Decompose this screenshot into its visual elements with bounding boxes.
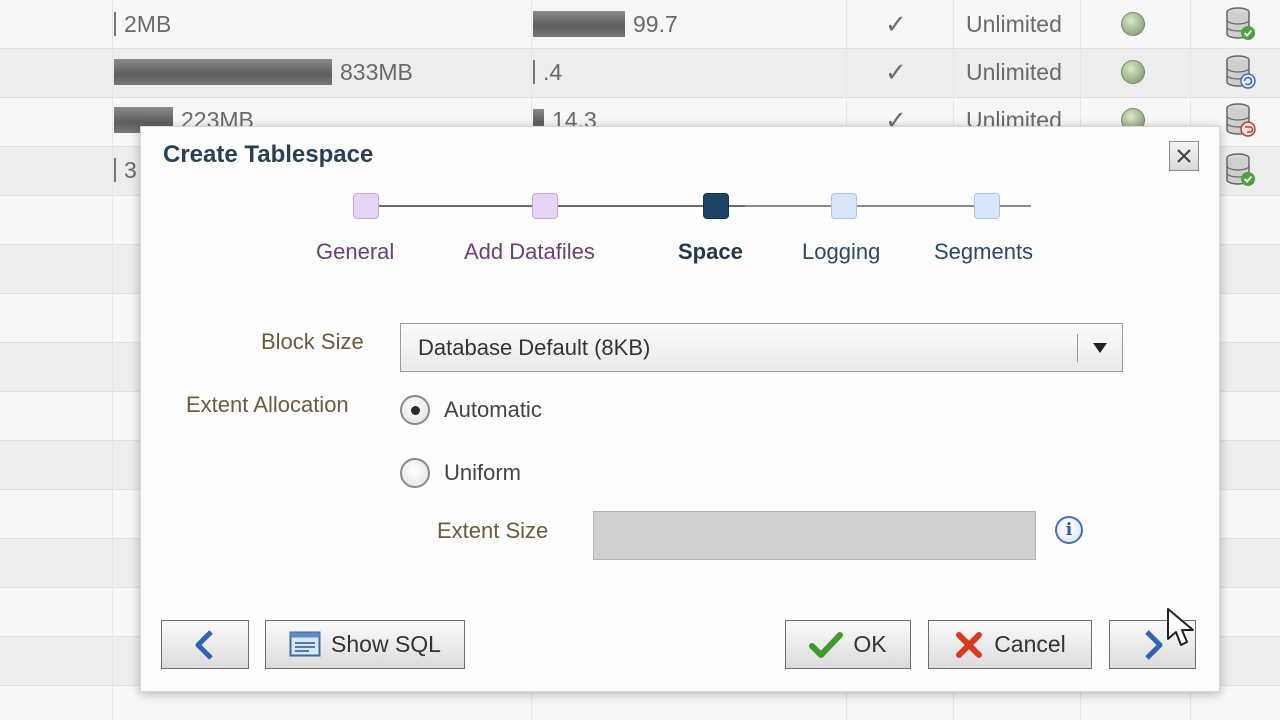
train-stop-general[interactable] [353,193,379,219]
auto-extend-cell: ✓ [885,48,907,96]
database-check-icon[interactable] [1224,6,1256,42]
close-icon [1177,149,1191,163]
table-row[interactable]: 2MB 99.7 ✓ Unlimited [0,0,1280,48]
max-size-cell: Unlimited [966,48,1062,96]
table-row[interactable]: 833MB .4 ✓ Unlimited [0,48,1280,96]
train-connector [379,205,745,207]
block-size-value: Database Default (8KB) [418,334,651,360]
cancel-button[interactable]: Cancel [928,620,1092,669]
used-bar [533,11,625,37]
used-cell: 99.7 [533,0,678,48]
close-button[interactable] [1169,141,1199,171]
dialog-title: Create Tablespace [163,141,374,168]
action-cell[interactable] [1224,48,1256,96]
info-icon[interactable]: i [1055,516,1083,544]
dropdown-arrow-icon[interactable] [1078,342,1122,353]
database-undo-icon[interactable] [1224,102,1256,138]
used-value: .4 [543,58,563,85]
show-sql-label: Show SQL [331,631,441,657]
train-label-logging[interactable]: Logging [802,239,880,265]
action-cell[interactable] [1224,0,1256,48]
chevron-left-icon [195,629,213,660]
extent-size-input [593,511,1036,560]
automatic-label[interactable]: Automatic [444,397,542,423]
block-size-label: Block Size [261,329,364,354]
train-label-general[interactable]: General [316,239,394,265]
mouse-cursor-icon [1167,608,1194,646]
checkmark-icon: ✓ [885,8,907,39]
status-cell [1121,0,1145,48]
train-label-space: Space [678,239,743,264]
max-size-cell: Unlimited [966,0,1062,48]
uniform-label[interactable]: Uniform [444,460,521,486]
train-stop-segments[interactable] [974,193,1000,219]
ok-button[interactable]: OK [785,620,911,669]
create-tablespace-dialog: Create Tablespace General Add Datafiles … [140,126,1220,692]
train-stop-add-datafiles[interactable] [532,193,558,219]
x-icon [956,631,983,658]
extent-size-label: Extent Size [437,518,549,543]
status-online-icon [1121,12,1145,36]
ok-label: OK [853,631,887,657]
back-button[interactable] [161,620,249,669]
train-stop-space [703,193,729,219]
size-value: 833MB [340,58,413,85]
size-cell: 3 [114,146,137,194]
show-sql-button[interactable]: Show SQL [265,620,465,669]
train-stop-logging[interactable] [831,193,857,219]
size-value: 2MB [124,10,172,37]
status-online-icon [1121,60,1145,84]
action-cell[interactable] [1224,146,1256,194]
status-cell [1121,48,1145,96]
action-cell[interactable] [1224,96,1256,144]
used-value: 99.7 [633,10,678,37]
size-bar [114,59,332,85]
automatic-radio[interactable] [400,395,430,425]
size-cell: 2MB [114,0,171,48]
database-refresh-icon[interactable] [1224,54,1256,90]
max-size-value: Unlimited [966,58,1062,85]
block-size-select[interactable]: Database Default (8KB) [400,323,1123,372]
auto-extend-cell: ✓ [885,0,907,48]
cancel-label: Cancel [994,631,1066,657]
uniform-radio[interactable] [400,458,430,488]
chevron-right-icon [1144,629,1162,660]
checkmark-icon: ✓ [885,56,907,87]
radio-selected-dot [410,405,420,415]
train-label-segments[interactable]: Segments [934,239,1033,265]
sql-window-icon [289,631,321,656]
checkmark-icon [809,631,844,658]
extent-allocation-label: Extent Allocation [186,392,349,417]
train-label-add-datafiles[interactable]: Add Datafiles [464,239,595,265]
used-cell: .4 [533,48,562,96]
max-size-value: Unlimited [966,10,1062,37]
database-check-icon[interactable] [1224,152,1256,188]
size-value: 3 [124,156,137,183]
size-cell: 833MB [114,48,413,96]
